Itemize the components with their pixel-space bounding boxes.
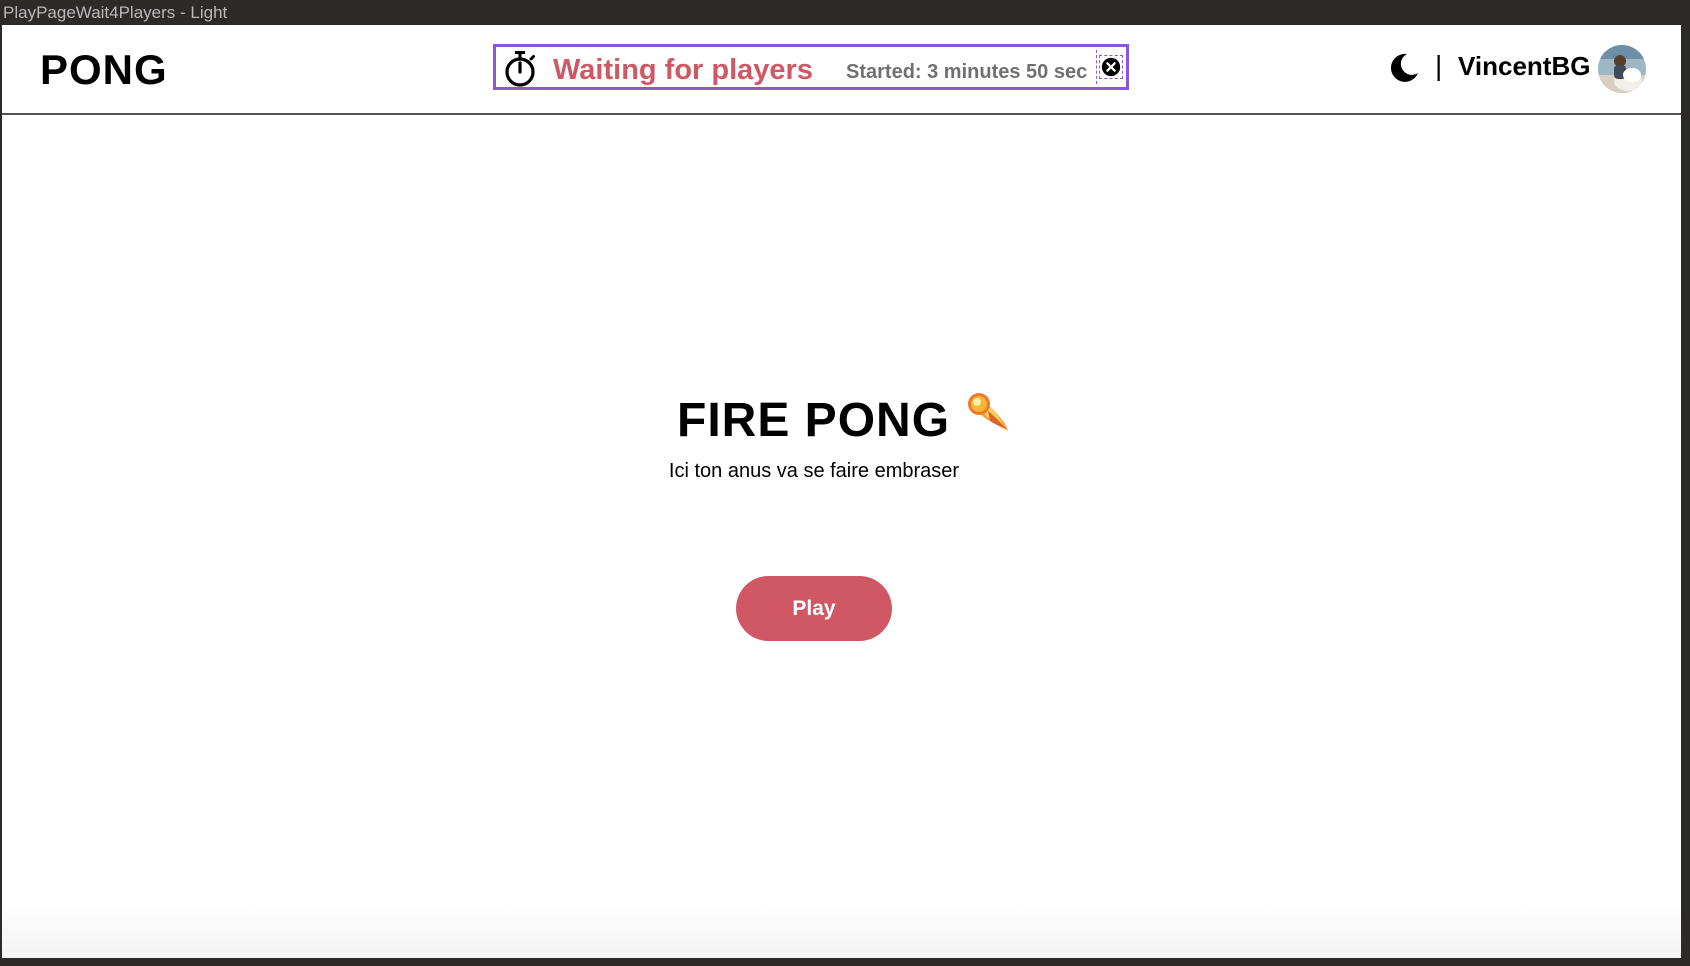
top-header: PONG Waiting for players Started: 3 minu… xyxy=(2,25,1681,115)
app-logo[interactable]: PONG xyxy=(40,45,168,95)
elapsed-time: Started: 3 minutes 50 sec xyxy=(846,61,1088,83)
play-button[interactable]: Play xyxy=(736,576,892,641)
avatar-image xyxy=(1598,45,1646,93)
window-title: PlayPageWait4Players - Light xyxy=(3,3,228,22)
waiting-status: Waiting for players xyxy=(553,54,813,86)
cancel-wait-button[interactable] xyxy=(1096,50,1125,84)
fireball-icon xyxy=(968,393,1008,431)
username[interactable]: VincentBG xyxy=(1458,50,1590,82)
app-frame: PONG Waiting for players Started: 3 minu… xyxy=(2,25,1681,958)
close-icon[interactable] xyxy=(1099,55,1123,79)
page-subtitle: Ici ton anus va se faire embraser xyxy=(668,460,960,482)
header-divider: | xyxy=(1435,50,1443,81)
avatar[interactable] xyxy=(1598,45,1646,93)
window-titlebar: PlayPageWait4Players - Light xyxy=(0,0,1690,25)
stopwatch-icon xyxy=(505,51,535,87)
moon-icon[interactable] xyxy=(1387,51,1421,85)
waiting-banner: Waiting for players Started: 3 minutes 5… xyxy=(493,44,1129,90)
page-title: FIRE PONG xyxy=(677,394,951,447)
